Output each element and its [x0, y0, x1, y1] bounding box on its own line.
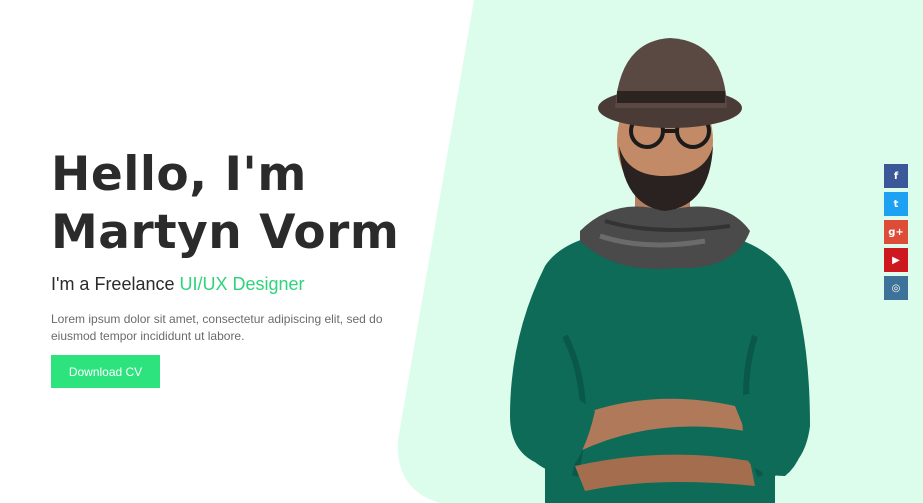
hero-subtitle: I'm a Freelance UI/UX Designer	[51, 274, 431, 295]
google-plus-icon: g+	[888, 226, 904, 238]
google-plus-button[interactable]: g+	[884, 220, 908, 244]
subtitle-prefix: I'm a Freelance	[51, 274, 180, 294]
youtube-icon: ▶	[892, 254, 900, 266]
twitter-button[interactable]: t	[884, 192, 908, 216]
hero-description: Lorem ipsum dolor sit amet, consectetur …	[51, 312, 383, 343]
download-cv-button[interactable]: Download CV	[51, 355, 160, 388]
instagram-icon: ◎	[891, 282, 901, 294]
facebook-button[interactable]: f	[884, 164, 908, 188]
facebook-icon: f	[893, 170, 899, 182]
hero-portrait-image	[510, 38, 810, 503]
hero-title-line-1: Hello, I'm	[51, 147, 307, 202]
instagram-button[interactable]: ◎	[884, 276, 908, 300]
hero-text-block: Hello, I'm Martyn Vorm I'm a Freelance U…	[51, 146, 431, 345]
twitter-icon: t	[893, 198, 899, 210]
hero-title: Hello, I'm Martyn Vorm	[51, 146, 431, 262]
social-sidebar: f t g+ ▶ ◎	[884, 164, 908, 304]
youtube-button[interactable]: ▶	[884, 248, 908, 272]
hero-title-line-2: Martyn Vorm	[51, 205, 400, 260]
subtitle-role: UI/UX Designer	[179, 274, 305, 294]
